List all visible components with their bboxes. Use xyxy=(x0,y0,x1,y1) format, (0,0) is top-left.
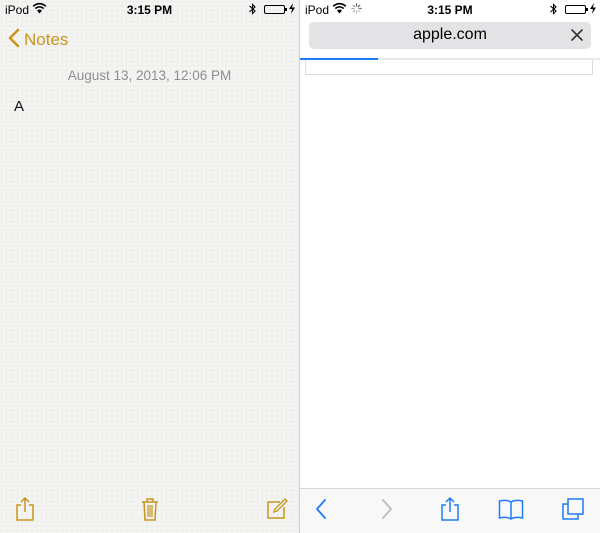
battery-icon xyxy=(565,5,588,14)
share-icon xyxy=(14,496,36,527)
share-icon xyxy=(439,496,461,527)
clear-url-button[interactable] xyxy=(569,27,585,43)
forward-button[interactable] xyxy=(373,497,401,525)
compose-icon xyxy=(265,497,289,526)
back-label: Notes xyxy=(24,30,69,49)
forward-icon xyxy=(380,498,394,525)
status-bar: iPod 3:15 PM xyxy=(300,0,600,20)
compose-button[interactable] xyxy=(263,497,291,525)
bookmarks-button[interactable] xyxy=(497,497,525,525)
tabs-button[interactable] xyxy=(559,497,587,525)
notes-screen: iPod 3:15 PM Notes August 13, 2013, 12:0… xyxy=(0,0,299,533)
safari-toolbar xyxy=(300,488,600,533)
back-button[interactable] xyxy=(307,497,335,525)
address-bar[interactable]: apple.com xyxy=(309,22,591,49)
tabs-icon xyxy=(561,497,585,526)
url-text: apple.com xyxy=(413,26,487,43)
share-button[interactable] xyxy=(436,496,464,527)
web-content[interactable] xyxy=(305,60,593,75)
bluetooth-icon xyxy=(249,3,256,18)
back-to-notes-button[interactable]: Notes xyxy=(8,27,68,53)
charging-icon xyxy=(590,3,596,17)
note-body[interactable]: A xyxy=(14,98,24,115)
share-button[interactable] xyxy=(11,496,39,527)
notes-toolbar xyxy=(0,489,299,533)
battery-icon xyxy=(264,5,287,14)
trash-icon xyxy=(139,496,161,527)
safari-screen: iPod 3:15 PM apple.com xyxy=(300,0,600,533)
status-bar: iPod 3:15 PM xyxy=(0,0,299,20)
bookmarks-icon xyxy=(498,498,524,525)
bluetooth-icon xyxy=(550,3,557,18)
chevron-left-icon xyxy=(8,28,20,53)
note-date: August 13, 2013, 12:06 PM xyxy=(67,68,232,83)
close-icon xyxy=(569,29,585,47)
delete-button[interactable] xyxy=(136,497,164,525)
back-icon xyxy=(314,498,328,525)
charging-icon xyxy=(289,3,295,17)
